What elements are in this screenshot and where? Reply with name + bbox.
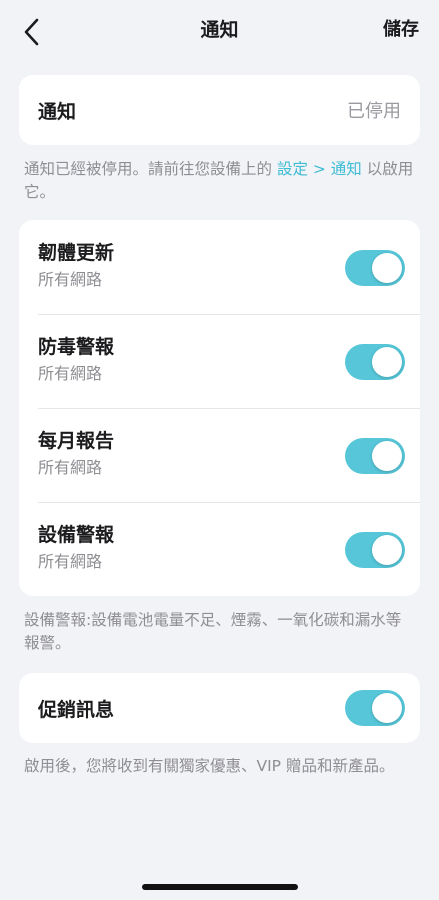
toggle-knob — [372, 347, 402, 377]
notification-status-row[interactable]: 通知 已停用 — [19, 75, 420, 145]
antivirus-alert-toggle[interactable] — [345, 344, 405, 380]
list-item-firmware-update: 韌體更新 所有網路 — [19, 220, 420, 314]
list-item-antivirus-alert: 防毒警報 所有網路 — [19, 314, 420, 408]
toggle-knob — [372, 535, 402, 565]
disabled-note: 通知已經被停用。請前往您設備上的 設定 > 通知 以啟用它。 — [24, 158, 416, 204]
nav-bar: 通知 儲存 — [0, 0, 439, 62]
toggle-knob — [372, 441, 402, 471]
save-button[interactable]: 儲存 — [383, 16, 419, 44]
list-item-device-alert: 設備警報 所有網路 — [19, 502, 420, 596]
home-indicator[interactable] — [142, 884, 298, 890]
settings-link[interactable]: 設定 > 通知 — [277, 160, 362, 178]
promo-card: 促銷訊息 — [19, 673, 420, 743]
notification-label: 通知 — [38, 100, 77, 123]
promo-note: 啟用後，您將收到有關獨家優惠、VIP 贈品和新產品。 — [24, 757, 395, 775]
monthly-report-toggle[interactable] — [345, 438, 405, 474]
page-title: 通知 — [200, 19, 239, 41]
device-alert-toggle[interactable] — [345, 532, 405, 568]
toggle-knob — [372, 693, 402, 723]
toggle-knob — [372, 253, 402, 283]
promo-toggle[interactable] — [345, 690, 405, 726]
notification-status-card[interactable]: 通知 已停用 — [19, 75, 420, 145]
notification-status-value: 已停用 — [347, 101, 401, 122]
alerts-list: 韌體更新 所有網路 防毒警報 所有網路 每月報告 所有網路 設備警報 所有網路 — [19, 220, 420, 596]
disabled-note-prefix: 通知已經被停用。請前往您設備上的 — [24, 160, 277, 178]
promo-row: 促銷訊息 — [19, 673, 420, 743]
device-alert-note: 設備警報:設備電池電量不足、煙霧、一氧化碳和漏水等報警。 — [24, 611, 402, 652]
list-item-monthly-report: 每月報告 所有網路 — [19, 408, 420, 502]
firmware-update-toggle[interactable] — [345, 250, 405, 286]
